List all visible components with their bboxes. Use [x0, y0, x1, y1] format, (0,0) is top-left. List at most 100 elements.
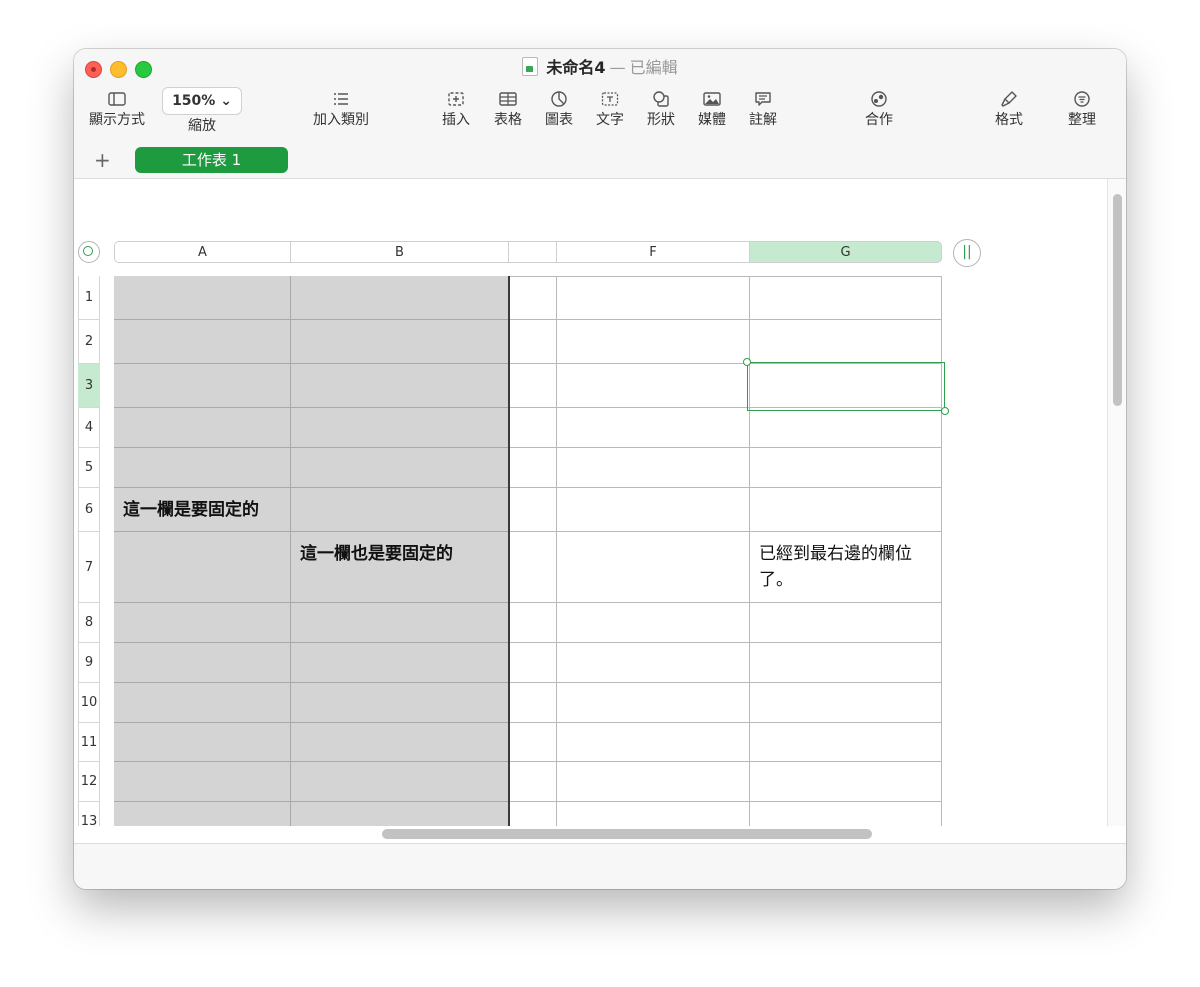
cell-hidden5[interactable] [509, 448, 557, 488]
cell-hidden9[interactable] [509, 643, 557, 683]
cell-a7[interactable] [114, 532, 291, 603]
cell-hidden12[interactable] [509, 762, 557, 802]
cell-f2[interactable] [557, 320, 750, 364]
cell-g2[interactable] [750, 320, 942, 364]
sheet-tab-1[interactable]: 工作表 1 [135, 147, 288, 173]
horizontal-scroll-thumb[interactable] [382, 829, 872, 839]
cell-a11[interactable] [114, 723, 291, 762]
cell-f4[interactable] [557, 408, 750, 448]
insert-button[interactable]: 插入 [430, 87, 482, 129]
column-header-hidden[interactable] [509, 241, 557, 263]
cell-f13[interactable] [557, 802, 750, 826]
shape-button[interactable]: 形狀 [635, 87, 687, 129]
vertical-scrollbar[interactable] [1107, 179, 1126, 826]
add-column-handle[interactable]: || [953, 239, 981, 267]
cell-f9[interactable] [557, 643, 750, 683]
cell-hidden13[interactable] [509, 802, 557, 826]
cell-b4[interactable] [291, 408, 509, 448]
cell-f6[interactable] [557, 488, 750, 532]
cell-hidden6[interactable] [509, 488, 557, 532]
column-header-b[interactable]: B [291, 241, 509, 263]
cell-g11[interactable] [750, 723, 942, 762]
cell-f1[interactable] [557, 276, 750, 320]
cell-f8[interactable] [557, 603, 750, 643]
cell-f10[interactable] [557, 683, 750, 723]
cell-a10[interactable] [114, 683, 291, 723]
cell-g10[interactable] [750, 683, 942, 723]
cell-b3[interactable] [291, 364, 509, 408]
row-header-4[interactable]: 4 [78, 408, 100, 448]
view-button[interactable]: 顯示方式 [84, 87, 150, 129]
cell-g1[interactable] [750, 276, 942, 320]
row-header-3[interactable]: 3 [78, 364, 100, 408]
frozen-columns-divider[interactable] [508, 276, 510, 826]
format-button[interactable]: 格式 [976, 87, 1042, 129]
cell-hidden4[interactable] [509, 408, 557, 448]
cell-b11[interactable] [291, 723, 509, 762]
cell-hidden3[interactable] [509, 364, 557, 408]
cell-b5[interactable] [291, 448, 509, 488]
cell-g4[interactable] [750, 408, 942, 448]
row-header-9[interactable]: 9 [78, 643, 100, 683]
cell-b1[interactable] [291, 276, 509, 320]
vertical-scroll-thumb[interactable] [1113, 194, 1122, 406]
cell-a9[interactable] [114, 643, 291, 683]
row-header-7[interactable]: 7 [78, 532, 100, 603]
cell-f7[interactable] [557, 532, 750, 603]
cell-b10[interactable] [291, 683, 509, 723]
cell-b2[interactable] [291, 320, 509, 364]
organize-button[interactable]: 整理 [1049, 87, 1115, 129]
cell-a1[interactable] [114, 276, 291, 320]
cell-b8[interactable] [291, 603, 509, 643]
cell-hidden11[interactable] [509, 723, 557, 762]
cell-hidden8[interactable] [509, 603, 557, 643]
comment-button[interactable]: 註解 [737, 87, 789, 129]
cell-f5[interactable] [557, 448, 750, 488]
row-header-10[interactable]: 10 [78, 683, 100, 723]
row-header-6[interactable]: 6 [78, 488, 100, 532]
row-header-8[interactable]: 8 [78, 603, 100, 643]
selection-handle-bottom-right[interactable] [941, 407, 949, 415]
media-button[interactable]: 媒體 [686, 87, 738, 129]
zoom-control[interactable]: 150% ⌄ 縮放 [162, 87, 242, 135]
cell-a5[interactable] [114, 448, 291, 488]
cell-b13[interactable] [291, 802, 509, 826]
cell-b9[interactable] [291, 643, 509, 683]
selection-handle-top-left[interactable] [743, 358, 751, 366]
cell-b12[interactable] [291, 762, 509, 802]
text-button[interactable]: 文字 [584, 87, 636, 129]
row-header-5[interactable]: 5 [78, 448, 100, 488]
cell-f3[interactable] [557, 364, 750, 408]
cell-g12[interactable] [750, 762, 942, 802]
collaborate-button[interactable]: 合作 [846, 87, 912, 129]
selected-cell-g3[interactable] [747, 362, 945, 411]
chart-button[interactable]: 圖表 [533, 87, 585, 129]
add-category-button[interactable]: 加入類別 [306, 87, 376, 129]
cell-f12[interactable] [557, 762, 750, 802]
cell-g6[interactable] [750, 488, 942, 532]
spreadsheet-canvas[interactable]: A B F G || 1 2 3 4 5 6 7 8 9 10 11 12 13 這一欄是要固定的 這一… [74, 179, 1107, 826]
cell-a8[interactable] [114, 603, 291, 643]
cell-a12[interactable] [114, 762, 291, 802]
cell-a3[interactable] [114, 364, 291, 408]
row-header-2[interactable]: 2 [78, 320, 100, 364]
column-header-f[interactable]: F [557, 241, 750, 263]
cell-g13[interactable] [750, 802, 942, 826]
add-sheet-button[interactable]: + [94, 148, 111, 172]
cell-b6[interactable] [291, 488, 509, 532]
table-button[interactable]: 表格 [482, 87, 534, 129]
row-header-11[interactable]: 11 [78, 723, 100, 762]
cell-a13[interactable] [114, 802, 291, 826]
row-header-12[interactable]: 12 [78, 762, 100, 802]
cell-hidden2[interactable] [509, 320, 557, 364]
row-header-1[interactable]: 1 [78, 276, 100, 320]
cell-g8[interactable] [750, 603, 942, 643]
cell-hidden1[interactable] [509, 276, 557, 320]
cell-f11[interactable] [557, 723, 750, 762]
cell-hidden10[interactable] [509, 683, 557, 723]
cell-hidden7[interactable] [509, 532, 557, 603]
zoom-dropdown[interactable]: 150% ⌄ [162, 87, 242, 115]
cell-g9[interactable] [750, 643, 942, 683]
cell-a2[interactable] [114, 320, 291, 364]
table-select-handle[interactable] [78, 241, 100, 263]
